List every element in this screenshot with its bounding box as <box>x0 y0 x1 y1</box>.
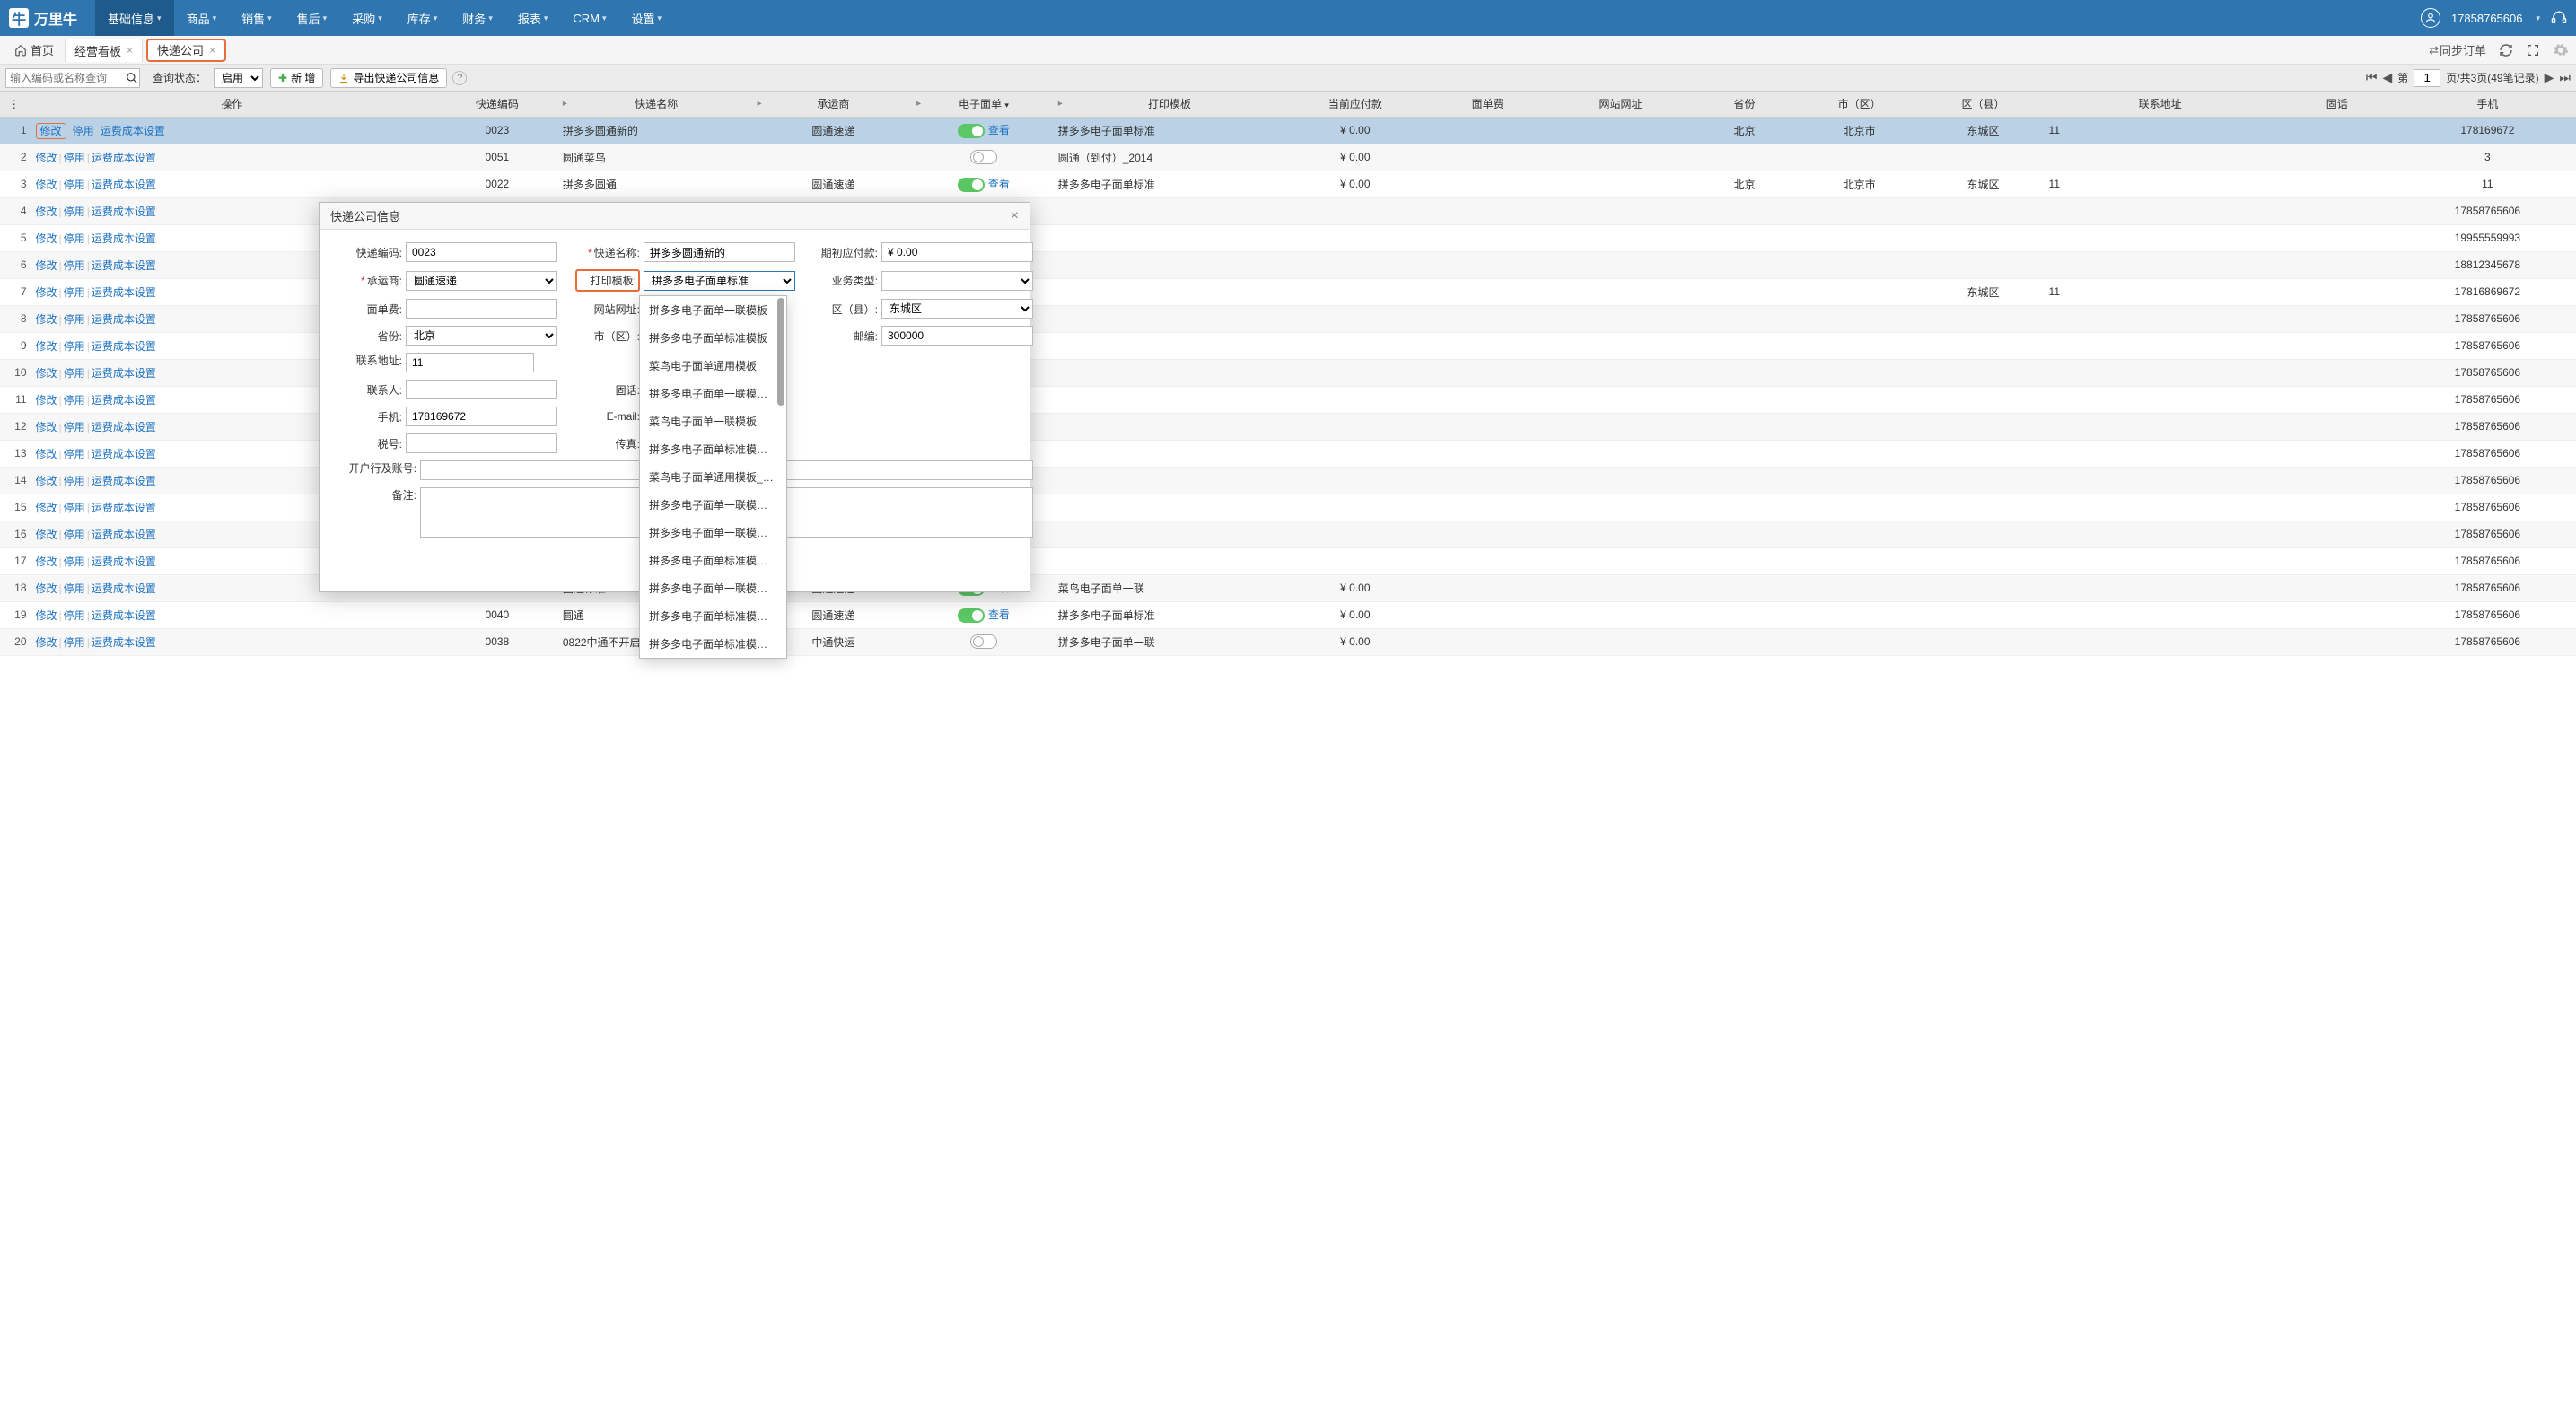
dropdown-item[interactable]: 拼多多电子面单标准模板_m <box>640 435 786 463</box>
modal-title: 快递公司信息 <box>330 207 400 224</box>
lbl-code: 快递编码: <box>337 245 402 260</box>
dropdown-item[interactable]: 拼多多电子面单一联模板_m <box>640 574 786 602</box>
dropdown-item[interactable]: 拼多多电子面单一联模板_m <box>640 491 786 519</box>
lbl-bank: 开户行及账号: <box>337 460 416 476</box>
lbl-contact: 联系人: <box>337 382 402 398</box>
lbl-prov: 省份: <box>337 328 402 344</box>
lbl-url: 网站网址: <box>575 302 640 317</box>
lbl-mobile: 手机: <box>337 409 402 424</box>
inp-due[interactable] <box>881 242 1033 262</box>
dropdown-item[interactable]: 菜鸟电子面单通用模板 <box>640 352 786 380</box>
lbl-dist: 区（县）: <box>813 302 878 317</box>
sel-carrier[interactable]: 圆通速递 <box>406 271 557 291</box>
lbl-addr: 联系地址: <box>337 353 402 368</box>
lbl-remark: 备注: <box>337 487 416 503</box>
lbl-city: 市（区）: <box>575 328 640 344</box>
dropdown-item[interactable]: 拼多多电子面单一联模板_gi <box>640 519 786 547</box>
dropdown-item[interactable]: 菜鸟电子面单通用模板_map <box>640 463 786 491</box>
dropdown-item[interactable]: 拼多多电子面单标准模板_gi <box>640 547 786 574</box>
dropdown-item[interactable]: 拼多多电子面单一联模板_m <box>640 658 786 659</box>
sel-prov[interactable]: 北京 <box>406 326 557 346</box>
lbl-tel: 固话: <box>575 382 640 398</box>
dropdown-item[interactable]: 拼多多电子面单一联模板_tr <box>640 380 786 407</box>
print-template-dropdown: 拼多多电子面单一联模板拼多多电子面单标准模板菜鸟电子面单通用模板拼多多电子面单一… <box>639 295 787 659</box>
lbl-carrier: 承运商: <box>337 273 402 288</box>
sel-dist[interactable]: 东城区 <box>881 299 1033 319</box>
dropdown-item[interactable]: 拼多多电子面单标准模板_m <box>640 630 786 658</box>
lbl-zip: 邮编: <box>813 328 878 344</box>
dropdown-scrollbar[interactable] <box>777 298 784 406</box>
sel-biztype[interactable] <box>881 271 1033 291</box>
lbl-fee: 面单费: <box>337 302 402 317</box>
lbl-fax: 传真: <box>575 436 640 451</box>
lbl-email: E-mail: <box>575 410 640 423</box>
inp-fee[interactable] <box>406 299 557 319</box>
lbl-biztype: 业务类型: <box>813 273 878 288</box>
lbl-name: 快递名称: <box>575 245 640 260</box>
lbl-tax: 税号: <box>337 436 402 451</box>
inp-addr[interactable] <box>406 353 534 372</box>
dropdown-item[interactable]: 拼多多电子面单一联模板 <box>640 296 786 324</box>
sel-print-template[interactable]: 拼多多电子面单标准 <box>644 271 795 291</box>
dropdown-item[interactable]: 拼多多电子面单标准模板 <box>640 324 786 352</box>
lbl-due: 期初应付款: <box>813 245 878 260</box>
modal-close-icon[interactable]: × <box>1011 208 1019 224</box>
inp-zip[interactable] <box>881 326 1033 346</box>
inp-code[interactable] <box>406 242 557 262</box>
inp-mobile[interactable] <box>406 407 557 426</box>
inp-name[interactable] <box>644 242 795 262</box>
dropdown-item[interactable]: 菜鸟电子面单一联模板 <box>640 407 786 435</box>
inp-tax[interactable] <box>406 433 557 453</box>
lbl-print: 打印模板: <box>575 269 640 292</box>
inp-contact[interactable] <box>406 380 557 399</box>
dropdown-item[interactable]: 拼多多电子面单标准模板_m <box>640 602 786 630</box>
